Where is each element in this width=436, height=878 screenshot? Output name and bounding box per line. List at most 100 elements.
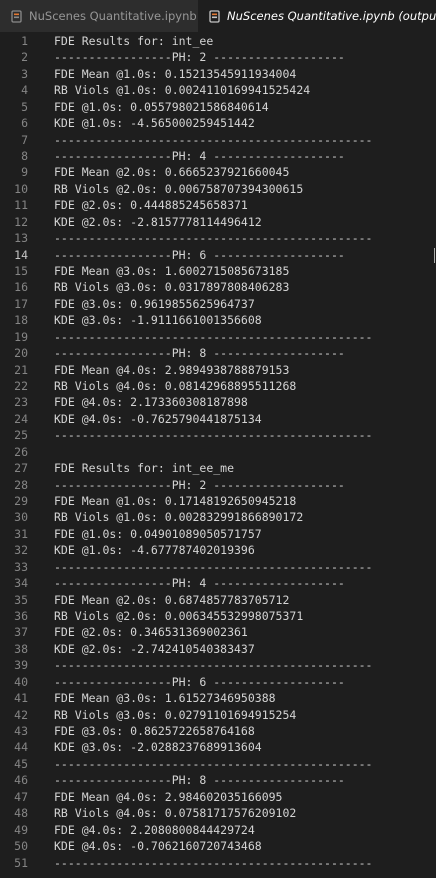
line-text: RB Viols @2.0s: 0.006758707394300615 bbox=[54, 181, 304, 196]
line-text: KDE @1.0s: -4.565000259451442 bbox=[54, 116, 255, 131]
output-line: 40 -----------------PH: 6 ---------------… bbox=[0, 674, 436, 690]
output-line: 27 FDE Results for: int_ee_me bbox=[0, 460, 436, 476]
line-number: 18 bbox=[14, 313, 28, 328]
output-line: 11 FDE @2.0s: 0.444885245658371 bbox=[0, 197, 436, 213]
output-line: 35 FDE Mean @2.0s: 0.6874857783705712 bbox=[0, 592, 436, 608]
line-text: ----------------------------------------… bbox=[54, 756, 373, 771]
line-text: RB Viols @3.0s: 0.02791101694915254 bbox=[54, 707, 297, 722]
line-text: FDE Results for: int_ee bbox=[54, 34, 214, 48]
line-number: 19 bbox=[14, 329, 28, 344]
output-line: 36 RB Viols @2.0s: 0.006345532998075371 bbox=[0, 608, 436, 624]
output-line: 2 -----------------PH: 2 ----------------… bbox=[0, 49, 436, 65]
output-line: 31 FDE @1.0s: 0.04901089050571757 bbox=[0, 526, 436, 542]
line-number: 23 bbox=[14, 395, 28, 410]
line-text: FDE @3.0s: 0.8625722658764168 bbox=[54, 724, 255, 739]
line-number: 48 bbox=[14, 806, 28, 821]
line-number: 43 bbox=[14, 724, 28, 739]
output-line: 8 -----------------PH: 4 ----------------… bbox=[0, 148, 436, 164]
line-text: FDE @2.0s: 0.346531369002361 bbox=[54, 625, 248, 640]
line-text: FDE Mean @4.0s: 2.9894938788879153 bbox=[54, 362, 290, 377]
output-line: 32 KDE @1.0s: -4.677787402019396 bbox=[0, 542, 436, 558]
output-line: 41 FDE Mean @3.0s: 1.61527346950388 bbox=[0, 690, 436, 706]
line-text: FDE @4.0s: 2.2080800844429724 bbox=[54, 822, 255, 837]
output-line: 14 -----------------PH: 6 ---------------… bbox=[0, 247, 436, 263]
line-number: 41 bbox=[14, 691, 28, 706]
line-text: ----------------------------------------… bbox=[54, 855, 373, 870]
output-line: 29 FDE Mean @1.0s: 0.17148192650945218 bbox=[0, 493, 436, 509]
line-number: 40 bbox=[14, 674, 28, 689]
output-line: 4 RB Viols @1.0s: 0.0024110169941525424 bbox=[0, 82, 436, 98]
output-line: 23 FDE @4.0s: 2.173360308187898 bbox=[0, 394, 436, 410]
output-line: 26 bbox=[0, 444, 436, 460]
line-text: ----------------------------------------… bbox=[54, 132, 373, 147]
output-line: 39 --------------------------------------… bbox=[0, 657, 436, 673]
line-number: 8 bbox=[21, 149, 28, 163]
notebook-icon bbox=[209, 9, 220, 23]
line-number: 6 bbox=[21, 116, 28, 131]
line-text: RB Viols @1.0s: 0.002832991866890172 bbox=[54, 510, 304, 525]
output-line: 46 -----------------PH: 8 ---------------… bbox=[0, 772, 436, 788]
output-line: 5 FDE @1.0s: 0.055798021586840614 bbox=[0, 99, 436, 115]
line-text: RB Viols @4.0s: 0.07581717576209102 bbox=[54, 806, 297, 821]
line-text: -----------------PH: 4 -----------------… bbox=[54, 576, 345, 591]
line-text: FDE @1.0s: 0.055798021586840614 bbox=[54, 99, 269, 114]
text-cursor bbox=[434, 247, 435, 263]
line-number: 29 bbox=[14, 494, 28, 509]
line-number: 15 bbox=[14, 264, 28, 279]
line-number: 31 bbox=[14, 526, 28, 541]
line-text: -----------------PH: 6 -----------------… bbox=[54, 674, 345, 689]
output-line: 48 RB Viols @4.0s: 0.07581717576209102 bbox=[0, 805, 436, 821]
output-line: 16 RB Viols @3.0s: 0.0317897808406283 bbox=[0, 279, 436, 295]
editor-output[interactable]: 1 FDE Results for: int_ee 2 ---------------… bbox=[0, 33, 436, 878]
line-text: -----------------PH: 4 -----------------… bbox=[54, 149, 345, 163]
output-line: 42 RB Viols @3.0s: 0.02791101694915254 bbox=[0, 707, 436, 723]
line-text: KDE @4.0s: -0.7625790441875134 bbox=[54, 411, 262, 426]
output-line: 17 FDE @3.0s: 0.9619855625964737 bbox=[0, 296, 436, 312]
line-text: RB Viols @3.0s: 0.0317897808406283 bbox=[54, 280, 290, 295]
line-number: 44 bbox=[14, 740, 28, 755]
line-number: 2 bbox=[21, 50, 28, 65]
output-line: 18 KDE @3.0s: -1.9111661001356608 bbox=[0, 312, 436, 328]
output-line: 49 FDE @4.0s: 2.2080800844429724 bbox=[0, 822, 436, 838]
tab-notebook[interactable]: NuScenes Quantitative.ipynb bbox=[0, 0, 198, 32]
line-number: 46 bbox=[14, 773, 28, 788]
output-line: 43 FDE @3.0s: 0.8625722658764168 bbox=[0, 723, 436, 739]
line-number: 20 bbox=[14, 346, 28, 361]
output-line: 13 --------------------------------------… bbox=[0, 230, 436, 246]
output-line: 37 FDE @2.0s: 0.346531369002361 bbox=[0, 624, 436, 640]
line-number: 17 bbox=[14, 296, 28, 311]
line-number: 14 bbox=[14, 247, 28, 262]
line-number: 26 bbox=[14, 444, 28, 459]
line-number: 47 bbox=[14, 789, 28, 804]
output-line: 24 KDE @4.0s: -0.7625790441875134 bbox=[0, 411, 436, 427]
line-text: ----------------------------------------… bbox=[54, 329, 373, 344]
line-number: 34 bbox=[14, 576, 28, 591]
line-number: 1 bbox=[21, 34, 28, 48]
line-text: FDE @3.0s: 0.9619855625964737 bbox=[54, 296, 255, 311]
line-text: KDE @3.0s: -2.0288237689913604 bbox=[54, 740, 262, 755]
output-line: 30 RB Viols @1.0s: 0.002832991866890172 bbox=[0, 509, 436, 525]
output-line: 19 --------------------------------------… bbox=[0, 329, 436, 345]
line-text: KDE @1.0s: -4.677787402019396 bbox=[54, 543, 255, 558]
line-number: 38 bbox=[14, 641, 28, 656]
output-line: 22 RB Viols @4.0s: 0.08142968895511268 bbox=[0, 378, 436, 394]
line-text: ----------------------------------------… bbox=[54, 231, 373, 246]
output-line: 45 --------------------------------------… bbox=[0, 756, 436, 772]
output-line: 38 KDE @2.0s: -2.742410540383437 bbox=[0, 641, 436, 657]
line-text: RB Viols @2.0s: 0.006345532998075371 bbox=[54, 609, 304, 624]
line-text: -----------------PH: 6 -----------------… bbox=[54, 247, 345, 262]
line-text: RB Viols @4.0s: 0.08142968895511268 bbox=[54, 379, 297, 394]
line-number: 30 bbox=[14, 510, 28, 525]
line-text: KDE @4.0s: -0.7062160720743468 bbox=[54, 839, 262, 854]
line-number: 21 bbox=[14, 362, 28, 377]
line-number: 49 bbox=[14, 822, 28, 837]
line-number: 50 bbox=[14, 839, 28, 854]
tab-notebook-output[interactable]: NuScenes Quantitative.ipynb (output) bbox=[198, 0, 436, 32]
output-line: 34 -----------------PH: 4 ---------------… bbox=[0, 575, 436, 591]
line-text: ----------------------------------------… bbox=[54, 428, 373, 443]
line-number: 11 bbox=[14, 198, 28, 213]
line-number: 51 bbox=[14, 855, 28, 870]
line-text: RB Viols @1.0s: 0.0024110169941525424 bbox=[54, 83, 311, 98]
output-line: 20 -----------------PH: 8 ---------------… bbox=[0, 345, 436, 361]
line-number: 39 bbox=[14, 658, 28, 673]
